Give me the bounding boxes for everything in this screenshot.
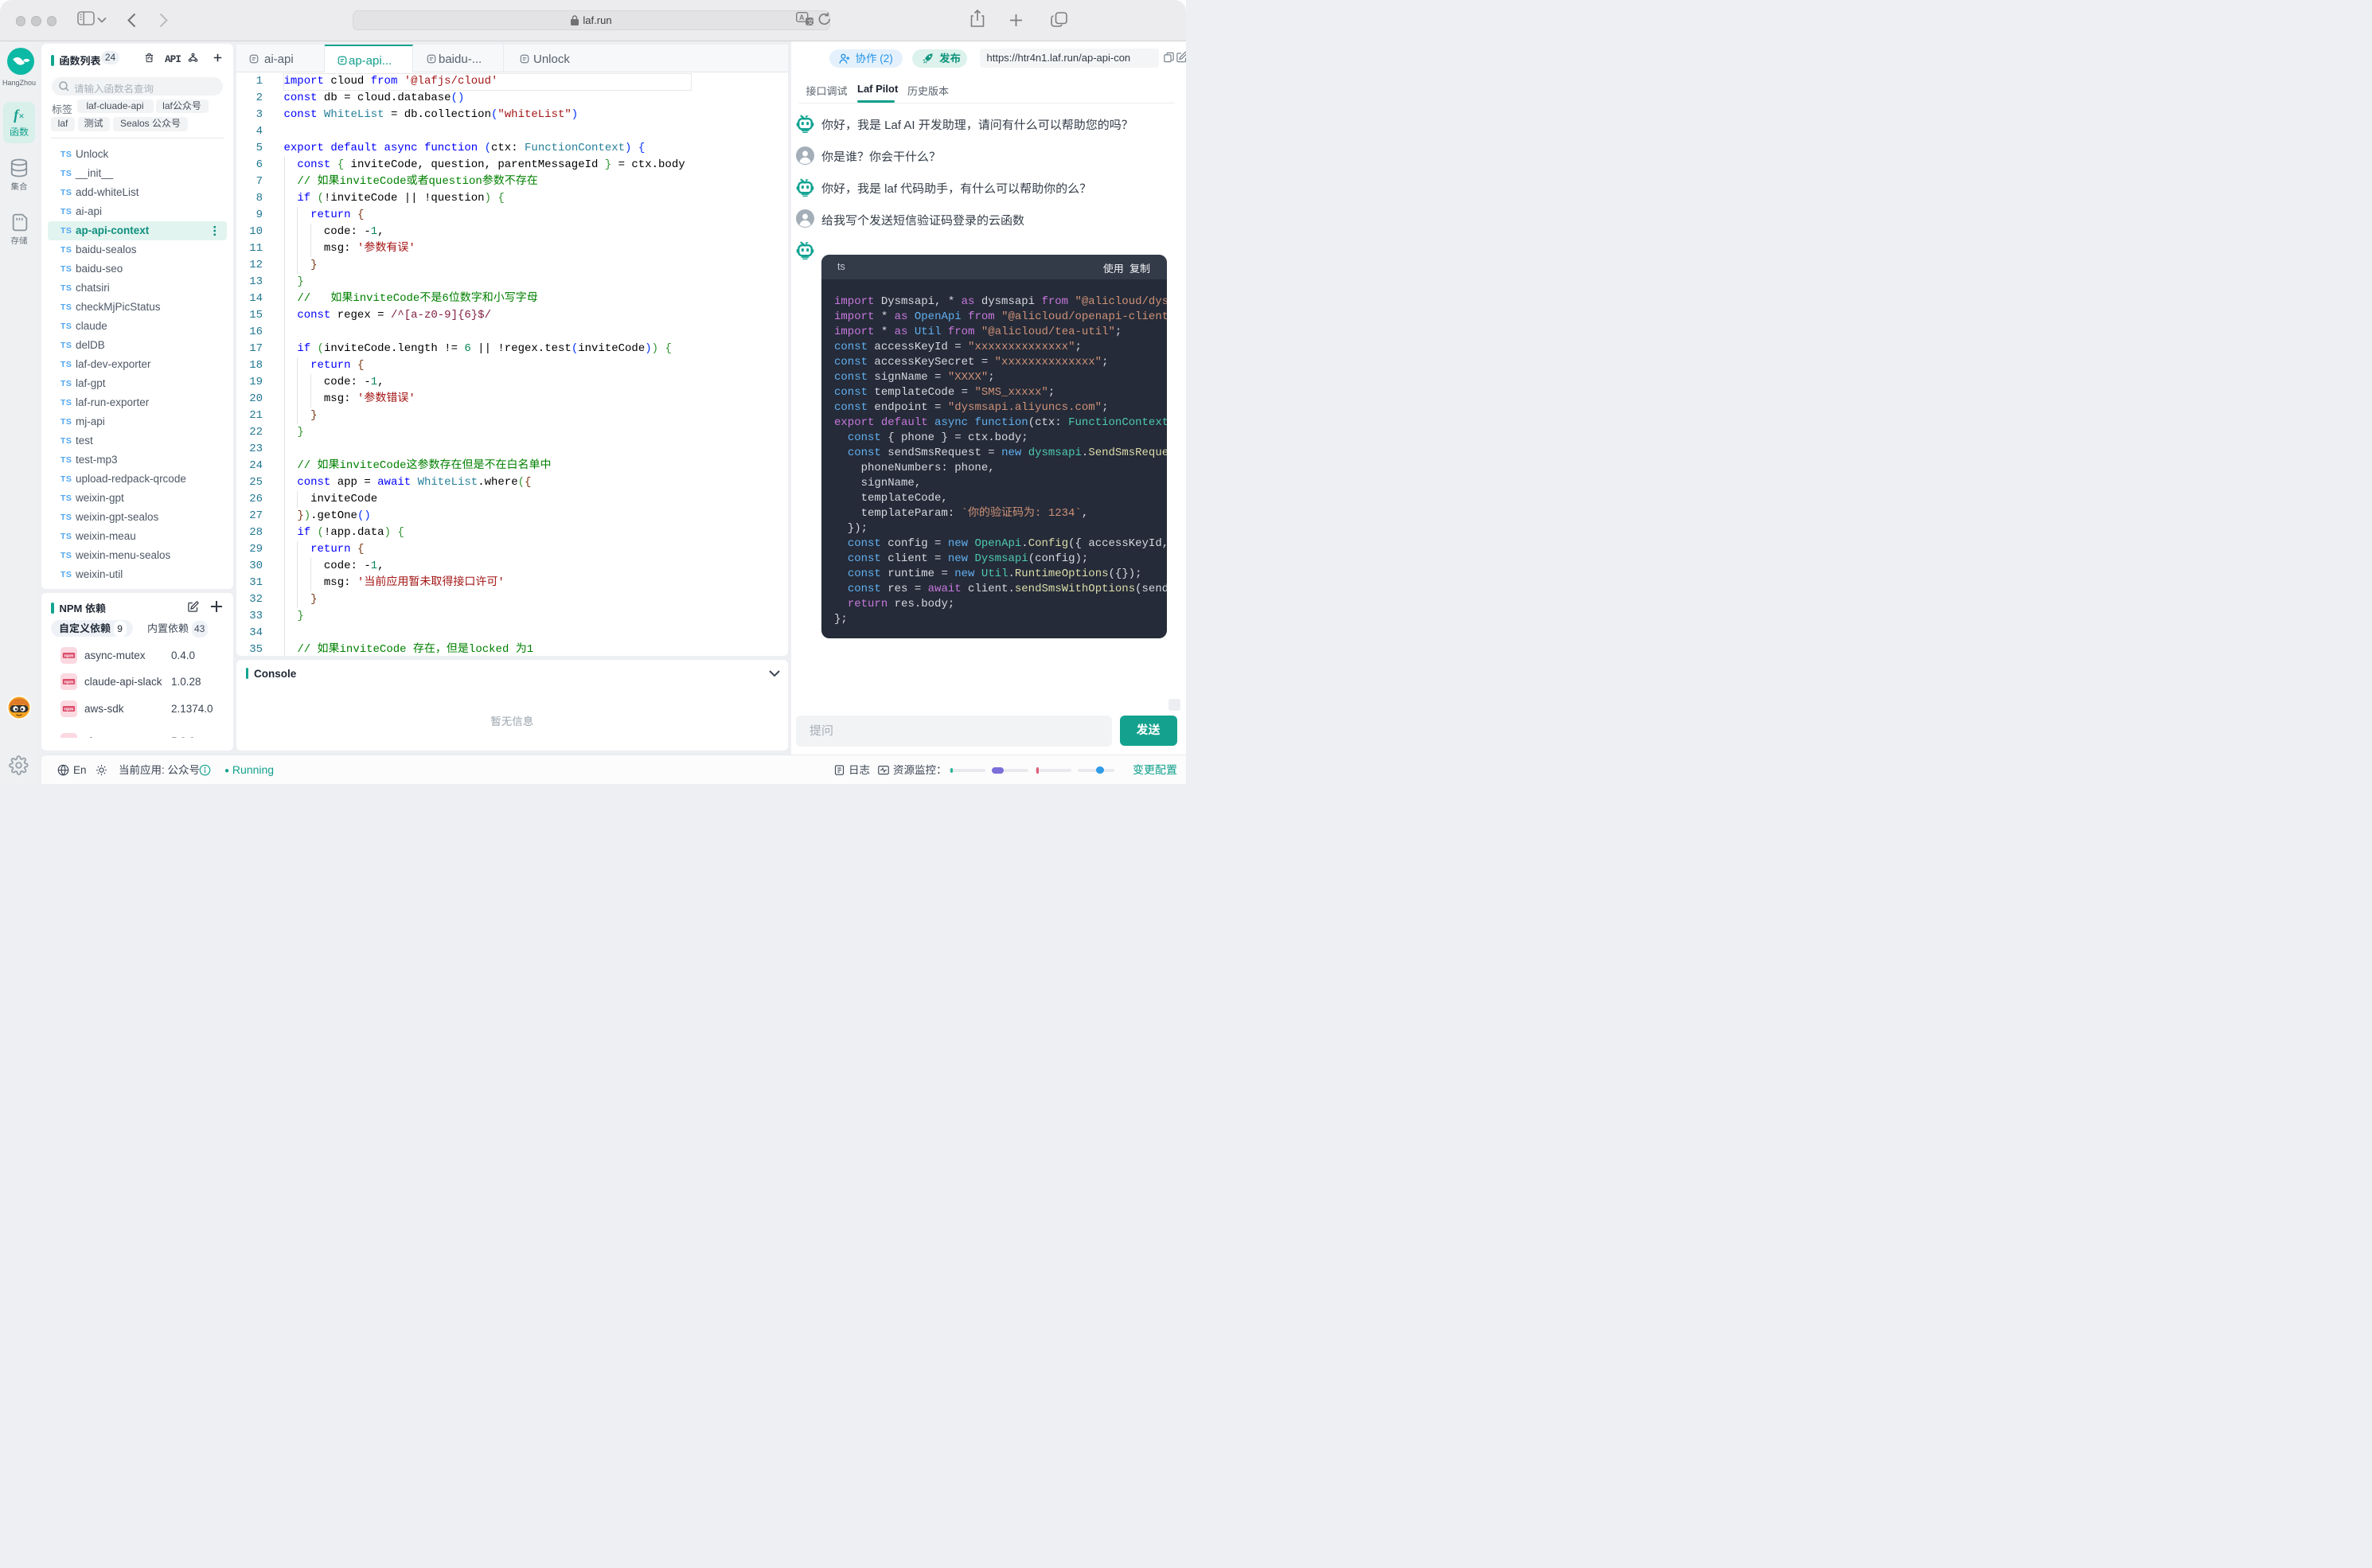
svg-text:文: 文 <box>807 18 813 25</box>
svg-text:npm: npm <box>64 681 74 685</box>
svg-text:A: A <box>799 14 805 21</box>
svg-text:npm: npm <box>64 653 74 658</box>
svg-text:npm: npm <box>64 707 74 712</box>
